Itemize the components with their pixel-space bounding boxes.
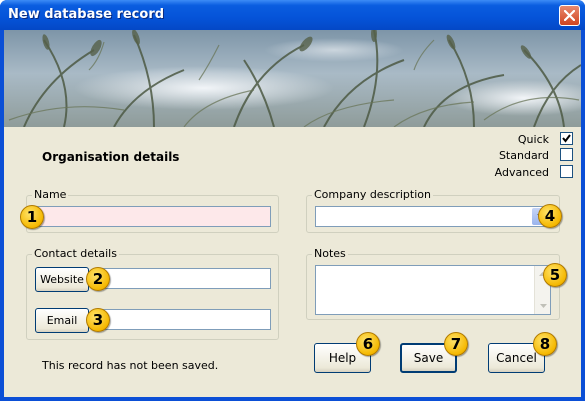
callout-badge: 7 xyxy=(444,332,468,356)
title-bar[interactable]: New database record xyxy=(0,0,585,30)
callout-badge: 8 xyxy=(533,332,557,356)
email-input[interactable] xyxy=(95,309,271,330)
close-button[interactable] xyxy=(559,5,580,26)
check-icon xyxy=(562,134,571,143)
website-button[interactable]: Website xyxy=(35,267,89,292)
scroll-down-icon xyxy=(539,304,547,308)
header-banner-image xyxy=(4,30,581,127)
help-button-label: Help xyxy=(328,351,357,365)
name-group-legend: Name xyxy=(32,188,69,201)
contact-details-group: Contact details Website Email xyxy=(26,247,279,340)
mode-quick-checkbox[interactable] xyxy=(560,132,573,145)
window-title: New database record xyxy=(8,7,165,22)
dialog-body: Organisation details Quick Standard Adva… xyxy=(4,30,581,397)
callout-badge: 6 xyxy=(356,332,380,356)
scroll-down-button[interactable] xyxy=(535,298,551,314)
company-description-legend: Company description xyxy=(312,188,433,201)
save-button-label: Save xyxy=(413,351,444,365)
company-description-group: Company description xyxy=(306,188,560,233)
callout-badge: 4 xyxy=(538,204,562,228)
mode-advanced[interactable]: Advanced xyxy=(4,165,581,181)
dialog-window: New database record Organisation details… xyxy=(0,0,585,401)
email-button[interactable]: Email xyxy=(35,308,89,333)
close-icon xyxy=(564,10,575,21)
callout-badge: 5 xyxy=(543,263,567,287)
notes-textarea[interactable] xyxy=(315,265,551,315)
cancel-button-label: Cancel xyxy=(496,351,537,365)
mode-advanced-label: Advanced xyxy=(494,166,549,179)
mode-advanced-checkbox[interactable] xyxy=(560,165,573,178)
mode-standard-checkbox[interactable] xyxy=(560,148,573,161)
company-description-select[interactable] xyxy=(315,206,551,227)
save-status-text: This record has not been saved. xyxy=(42,359,219,372)
name-group: Name xyxy=(26,188,279,233)
mode-standard[interactable]: Standard xyxy=(4,148,581,164)
mode-quick-label: Quick xyxy=(517,133,549,146)
callout-badge: 3 xyxy=(86,308,110,332)
callout-badge: 2 xyxy=(86,267,110,291)
website-input[interactable] xyxy=(95,268,271,289)
website-button-label: Website xyxy=(40,273,84,286)
mode-standard-label: Standard xyxy=(498,149,549,162)
email-button-label: Email xyxy=(46,314,78,327)
notes-group: Notes xyxy=(306,247,560,320)
name-input[interactable] xyxy=(35,206,271,227)
callout-badge: 1 xyxy=(20,205,44,229)
contact-details-legend: Contact details xyxy=(32,247,119,260)
notes-legend: Notes xyxy=(312,247,348,260)
mode-quick[interactable]: Quick xyxy=(4,132,581,148)
